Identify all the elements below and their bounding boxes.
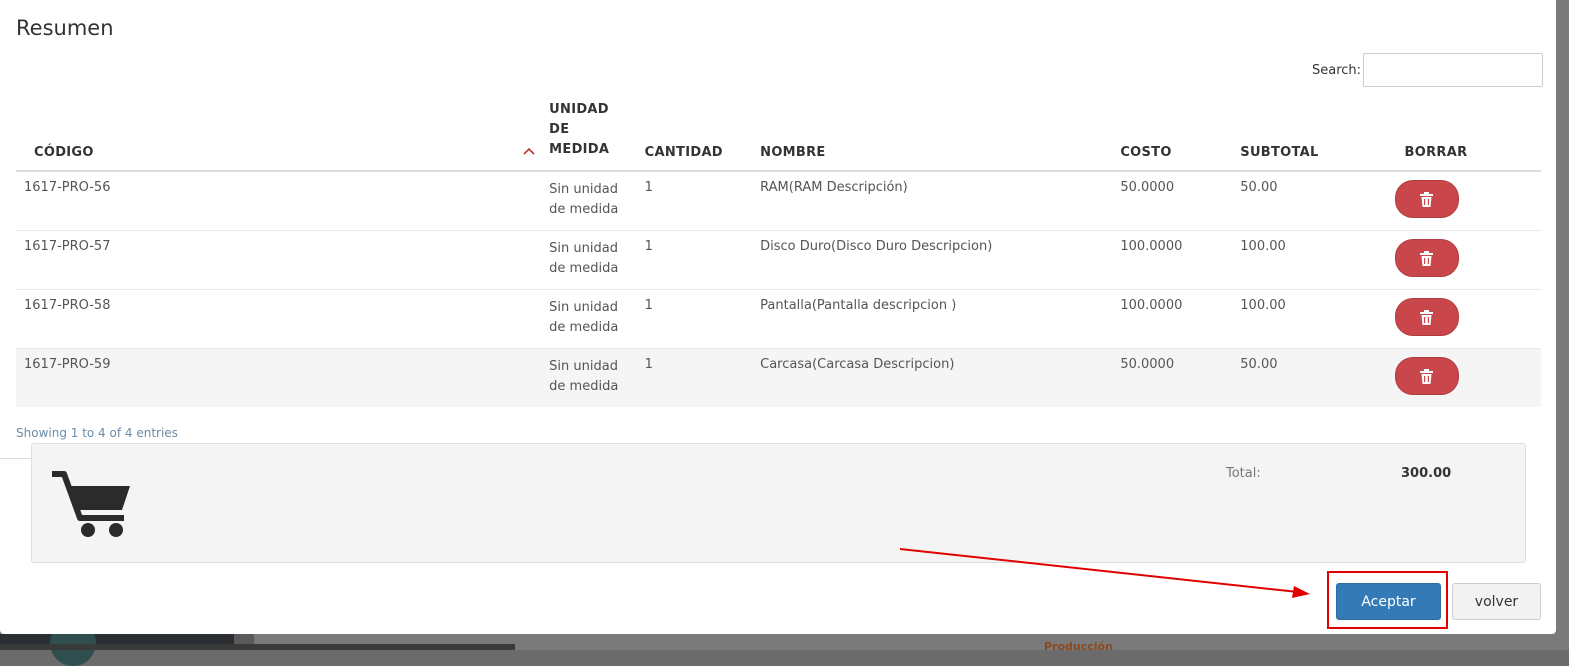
search-label: Search: — [1312, 62, 1362, 78]
delete-button[interactable] — [1394, 239, 1459, 277]
cell-codigo: 1617-PRO-58 — [16, 289, 542, 349]
cell-unidad-line1: Sin unidad — [549, 359, 618, 374]
cell-costo: 50.0000 — [1112, 170, 1233, 231]
header-unidad-line2: DE — [549, 122, 570, 137]
cell-cantidad: 1 — [636, 230, 753, 290]
cell-unidad-line2: de medida — [549, 261, 619, 276]
header-nombre[interactable]: NOMBRE — [752, 100, 1113, 172]
trash-icon — [1420, 191, 1434, 207]
cell-unidad-line1: Sin unidad — [549, 241, 618, 256]
summary-panel: Total: 300.00 — [31, 443, 1526, 563]
cell-nombre: Disco Duro(Disco Duro Descripcion) — [752, 230, 1113, 290]
trash-icon — [1420, 309, 1434, 325]
header-codigo-label: CÓDIGO — [34, 145, 94, 160]
table-row: 1617-PRO-59 Sin unidad de medida 1 Carcas… — [16, 348, 1541, 407]
summary-modal: Resumen Search: CÓDIGO UNIDAD DE MEDIDA … — [0, 0, 1556, 634]
cell-cantidad: 1 — [636, 170, 753, 231]
cell-borrar — [1394, 348, 1541, 407]
modal-title: Resumen — [16, 16, 114, 40]
delete-button[interactable] — [1394, 180, 1459, 218]
header-subtotal[interactable]: SUBTOTAL — [1232, 100, 1397, 172]
annotation-highlight-box — [1327, 571, 1448, 629]
sort-ascending-icon[interactable] — [523, 144, 535, 158]
cell-nombre: Carcasa(Carcasa Descripcion) — [752, 348, 1113, 407]
cell-cantidad: 1 — [636, 348, 753, 407]
header-unidad[interactable]: UNIDAD DE MEDIDA — [541, 100, 637, 172]
cell-unidad-line2: de medida — [549, 379, 619, 394]
header-unidad-line3: MEDIDA — [549, 142, 610, 157]
header-borrar[interactable]: BORRAR — [1396, 100, 1541, 172]
cell-unidad-line2: de medida — [549, 202, 619, 217]
cell-subtotal: 100.00 — [1232, 230, 1397, 290]
cell-unidad-line1: Sin unidad — [549, 182, 618, 197]
cell-borrar — [1394, 230, 1541, 290]
cell-subtotal: 50.00 — [1232, 170, 1397, 231]
cell-codigo: 1617-PRO-56 — [16, 170, 542, 231]
table-row: 1617-PRO-57 Sin unidad de medida 1 Disco … — [16, 230, 1541, 290]
trash-icon — [1420, 250, 1434, 266]
cell-unidad: Sin unidad de medida — [541, 230, 637, 290]
cell-subtotal: 100.00 — [1232, 289, 1397, 349]
cell-unidad: Sin unidad de medida — [541, 170, 637, 231]
cell-unidad-line2: de medida — [549, 320, 619, 335]
cell-unidad: Sin unidad de medida — [541, 348, 637, 407]
cell-borrar — [1394, 170, 1541, 231]
cell-codigo: 1617-PRO-57 — [16, 230, 542, 290]
cell-nombre: Pantalla(Pantalla descripcion ) — [752, 289, 1113, 349]
total-value: 300.00 — [1401, 466, 1452, 481]
delete-button[interactable] — [1394, 357, 1459, 395]
background-bar — [0, 644, 515, 650]
cell-codigo: 1617-PRO-59 — [16, 348, 542, 407]
cell-unidad: Sin unidad de medida — [541, 289, 637, 349]
trash-icon — [1420, 368, 1434, 384]
header-costo[interactable]: COSTO — [1112, 100, 1233, 172]
delete-button[interactable] — [1394, 298, 1459, 336]
cell-unidad-line1: Sin unidad — [549, 300, 618, 315]
cell-costo: 50.0000 — [1112, 348, 1233, 407]
cell-subtotal: 50.00 — [1232, 348, 1397, 407]
divider — [0, 458, 32, 459]
cell-costo: 100.0000 — [1112, 289, 1233, 349]
cell-borrar — [1394, 289, 1541, 349]
products-table: CÓDIGO UNIDAD DE MEDIDA CANTIDAD NOMBRE … — [16, 100, 1541, 407]
background-menu-text: Producción — [1044, 640, 1113, 653]
header-unidad-line1: UNIDAD — [549, 102, 609, 117]
table-row: 1617-PRO-58 Sin unidad de medida 1 Pantal… — [16, 289, 1541, 349]
shopping-cart-icon — [52, 471, 130, 537]
back-button[interactable]: volver — [1452, 583, 1541, 620]
total-label: Total: — [1226, 466, 1261, 481]
cell-costo: 100.0000 — [1112, 230, 1233, 290]
cell-cantidad: 1 — [636, 289, 753, 349]
header-cantidad[interactable]: CANTIDAD — [636, 100, 753, 172]
header-codigo[interactable]: CÓDIGO — [16, 100, 542, 172]
table-header-row: CÓDIGO UNIDAD DE MEDIDA CANTIDAD NOMBRE … — [16, 100, 1541, 172]
table-info: Showing 1 to 4 of 4 entries — [16, 426, 178, 440]
table-row: 1617-PRO-56 Sin unidad de medida 1 RAM(RA… — [16, 170, 1541, 231]
search-control: Search: — [1312, 53, 1544, 87]
search-input[interactable] — [1363, 53, 1544, 87]
cell-nombre: RAM(RAM Descripción) — [752, 170, 1113, 231]
